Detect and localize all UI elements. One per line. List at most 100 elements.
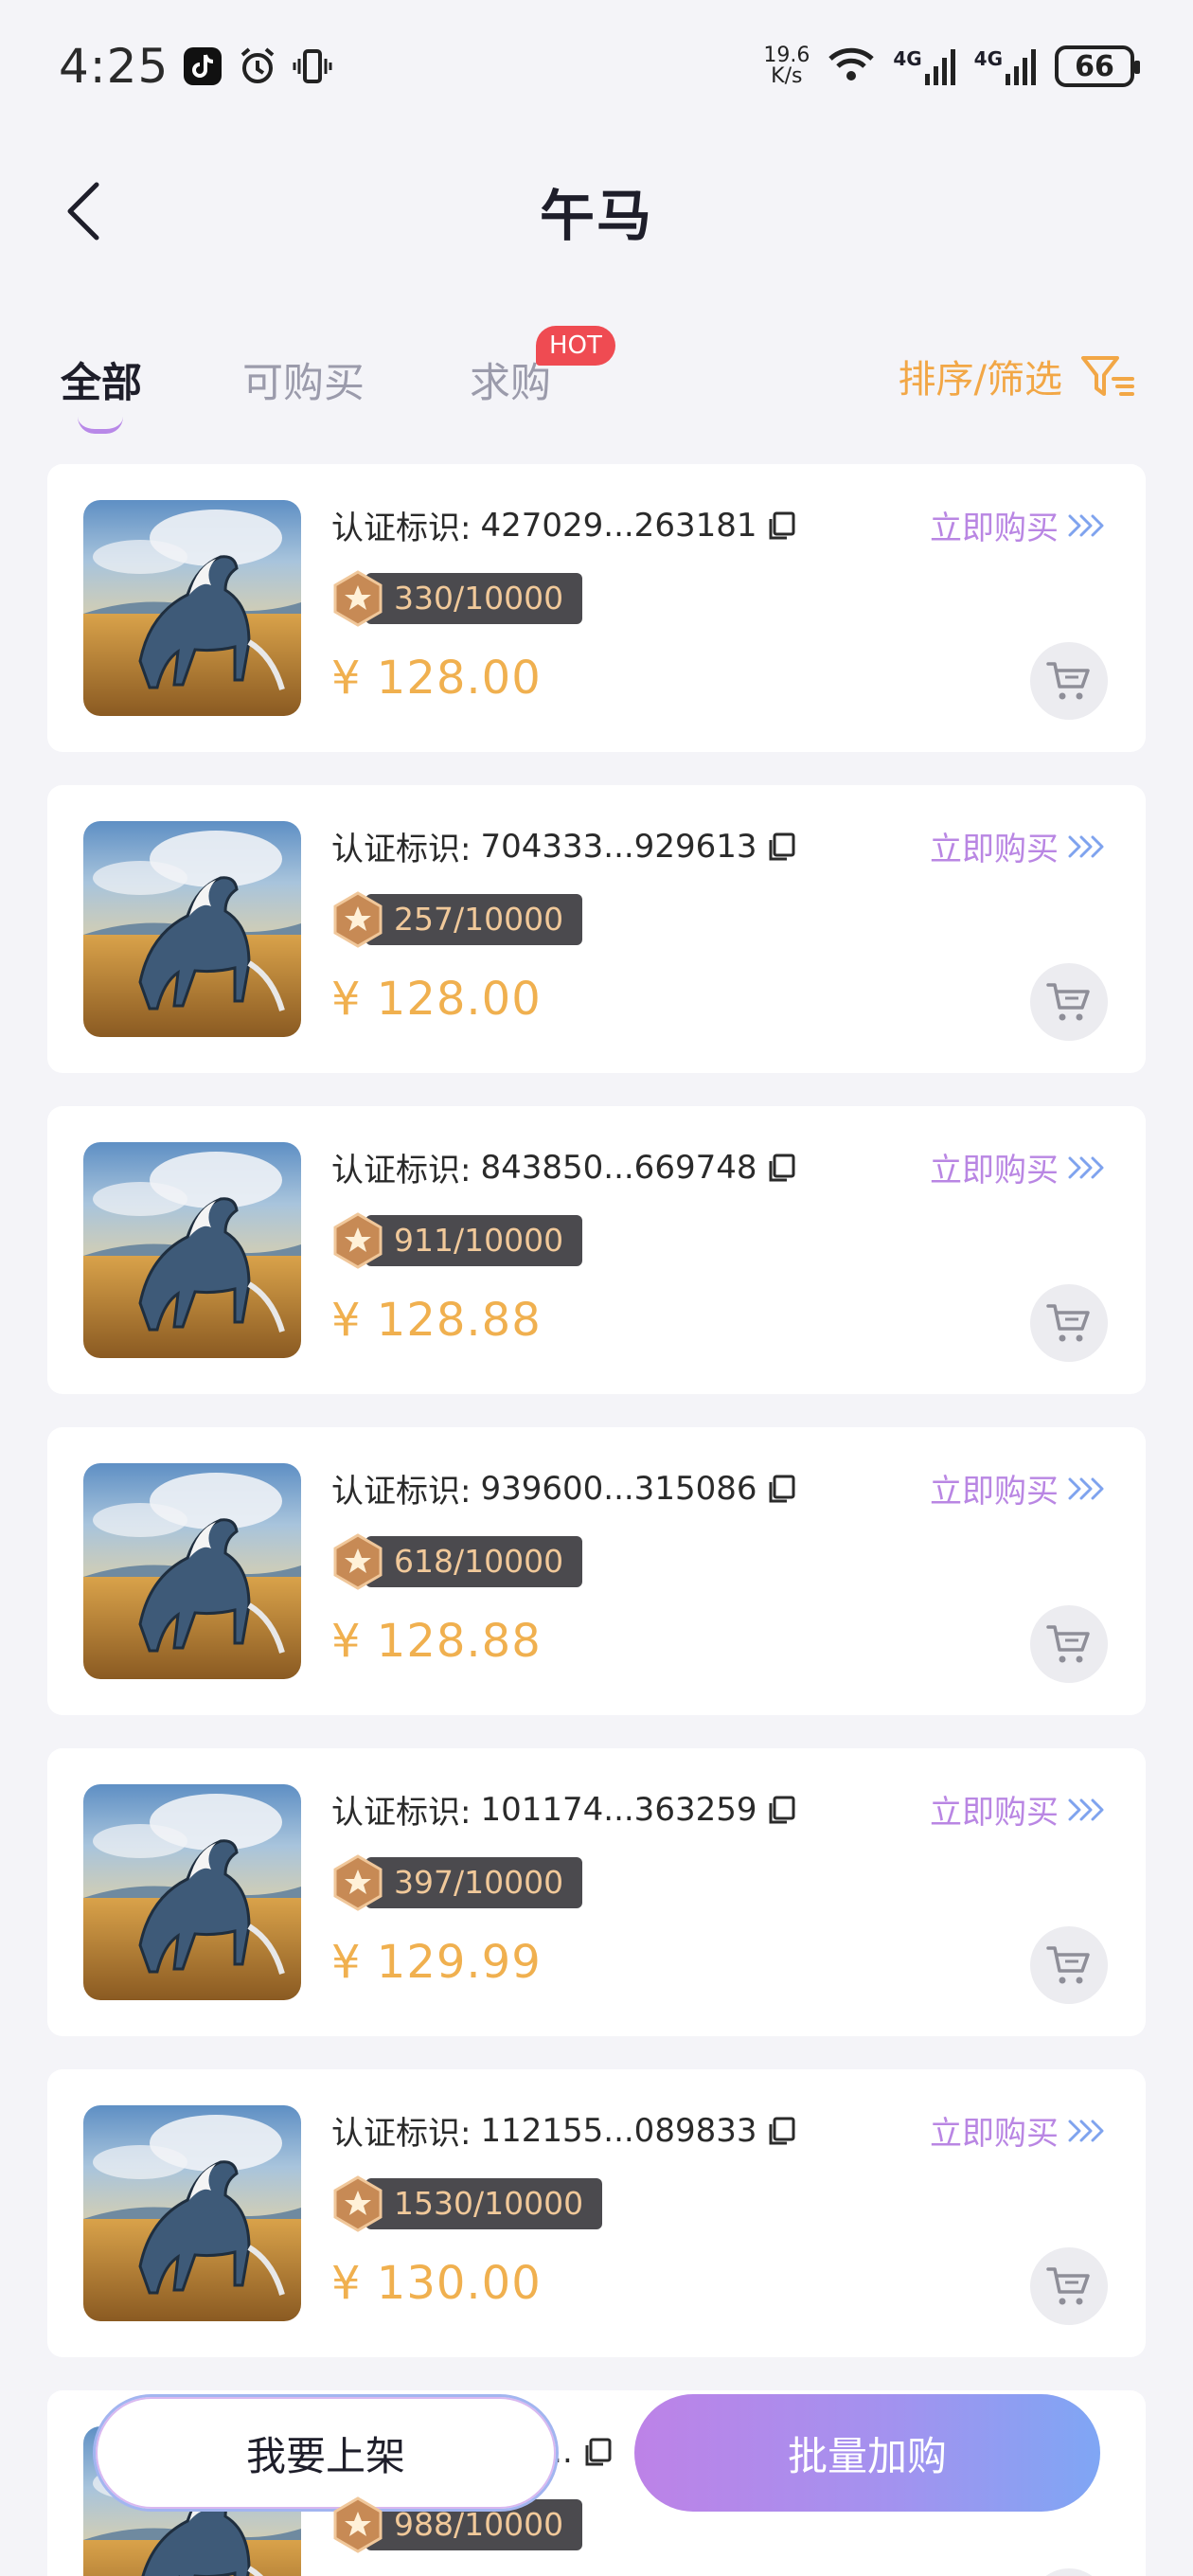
star-badge-icon [331, 570, 384, 627]
add-to-cart-button[interactable] [1030, 1926, 1108, 2004]
copy-icon[interactable] [766, 1473, 798, 1505]
add-to-cart-button[interactable] [1030, 963, 1108, 1041]
certification-id: 认证标识: 427029...263181 [331, 502, 798, 548]
buy-now-button[interactable]: 立即购买 [930, 823, 1108, 869]
add-to-cart-button[interactable] [1030, 2247, 1108, 2325]
certification-id: 认证标识: 939600...315086 [331, 1465, 798, 1512]
star-badge-icon [331, 891, 384, 948]
edition-number: 911/10000 [365, 1215, 583, 1266]
speed-unit: K/s [771, 64, 803, 88]
product-card[interactable]: 认证标识: 101174...363259 立即购买 397/10000 ¥ 1… [47, 1748, 1146, 2036]
tab-buyable[interactable]: 可购买 [242, 350, 365, 409]
copy-icon[interactable] [766, 1794, 798, 1826]
copy-icon[interactable] [766, 2115, 798, 2147]
vibrate-icon [292, 45, 333, 87]
page-header: 午马 [0, 133, 1193, 289]
cert-value: 427029...263181 [480, 506, 757, 545]
cart-icon [1046, 662, 1090, 700]
edition-tag: 330/10000 [331, 570, 583, 627]
horse-artwork-image[interactable] [83, 1142, 301, 1358]
buy-now-button[interactable]: 立即购买 [930, 1786, 1108, 1833]
edition-tag: 257/10000 [331, 891, 583, 948]
star-badge-icon [331, 1854, 384, 1911]
product-card[interactable]: 认证标识: 704333...929613 立即购买 257/10000 ¥ 1… [47, 785, 1146, 1073]
bottom-action-bar: 我要上架 批量加购 [0, 2387, 1193, 2519]
edition-number: 618/10000 [365, 1536, 583, 1587]
copy-icon[interactable] [766, 510, 798, 542]
battery-level: 66 [1075, 49, 1114, 83]
edition-tag: 1530/10000 [331, 2175, 603, 2232]
network-speed: 19.6 K/s [763, 45, 810, 87]
cert-value: 112155...089833 [480, 2111, 757, 2150]
horse-artwork-image[interactable] [83, 1463, 301, 1679]
cert-value: 843850...669748 [480, 1148, 757, 1187]
horse-artwork-image[interactable] [83, 500, 301, 716]
sort-filter-label: 排序/筛选 [898, 358, 1062, 402]
buy-now-label: 立即购买 [930, 1473, 1059, 1511]
horse-artwork-image[interactable] [83, 1784, 301, 2000]
edition-number: 397/10000 [365, 1857, 583, 1908]
edition-tag: 618/10000 [331, 1533, 583, 1590]
chevron-left-icon [67, 182, 99, 240]
buy-now-button[interactable]: 立即购买 [930, 1144, 1108, 1190]
star-badge-icon [331, 2175, 384, 2232]
triple-chevron-right-icon [1068, 1156, 1104, 1178]
buy-now-label: 立即购买 [930, 2115, 1059, 2153]
battery-icon: 66 [1055, 45, 1140, 87]
add-to-cart-button[interactable] [1030, 2568, 1108, 2576]
sort-filter-button[interactable]: 排序/筛选 [899, 349, 1136, 403]
edition-number: 330/10000 [365, 573, 583, 624]
status-time: 4:25 [59, 39, 169, 94]
price: ¥ 129.99 [331, 1936, 542, 1989]
edition-tag: 397/10000 [331, 1854, 583, 1911]
price: ¥ 128.00 [331, 973, 542, 1026]
add-to-cart-button[interactable] [1030, 642, 1108, 720]
cert-value: 101174...363259 [480, 1790, 757, 1829]
buy-now-label: 立即购买 [930, 831, 1059, 868]
certification-id: 认证标识: 704333...929613 [331, 823, 798, 869]
cart-icon [1046, 1625, 1090, 1663]
horse-artwork-image[interactable] [83, 821, 301, 1037]
filter-icon [1081, 356, 1134, 396]
status-left: 4:25 [59, 39, 333, 94]
tiktok-icon [182, 45, 223, 87]
certification-id: 认证标识: 112155...089833 [331, 2107, 798, 2154]
add-to-cart-button[interactable] [1030, 1605, 1108, 1683]
back-button[interactable] [55, 173, 112, 249]
add-to-cart-button[interactable] [1030, 1284, 1108, 1362]
cart-icon [1046, 983, 1090, 1021]
signal-icon: 4G [893, 47, 956, 85]
page-title: 午马 [539, 183, 653, 248]
buy-now-button[interactable]: 立即购买 [930, 502, 1108, 548]
tab-all[interactable]: 全部 [61, 350, 142, 409]
star-badge-icon [331, 1533, 384, 1590]
buy-now-button[interactable]: 立即购买 [930, 2107, 1108, 2154]
product-card[interactable]: 认证标识: 427029...263181 立即购买 330/10000 ¥ 1… [47, 464, 1146, 752]
product-card[interactable]: 认证标识: 843850...669748 立即购买 911/10000 ¥ 1… [47, 1106, 1146, 1394]
cert-label: 认证标识: [331, 1152, 472, 1190]
list-item-button[interactable]: 我要上架 [93, 2394, 559, 2512]
cart-icon [1046, 2267, 1090, 2305]
product-card[interactable]: 认证标识: 939600...315086 立即购买 618/10000 ¥ 1… [47, 1427, 1146, 1715]
alarm-icon [237, 45, 278, 87]
triple-chevron-right-icon [1068, 1798, 1104, 1820]
speed-value: 19.6 [763, 44, 810, 67]
horse-artwork-image[interactable] [83, 2105, 301, 2321]
buy-now-button[interactable]: 立即购买 [930, 1465, 1108, 1512]
cert-value: 939600...315086 [480, 1469, 757, 1508]
product-card[interactable]: 认证标识: 112155...089833 立即购买 1530/10000 ¥ … [47, 2069, 1146, 2357]
cert-label: 认证标识: [331, 510, 472, 547]
star-badge-icon [331, 2496, 384, 2553]
buy-now-label: 立即购买 [930, 1794, 1059, 1832]
price: ¥ 128.88 [331, 1615, 542, 1668]
price: ¥ 130.00 [331, 2257, 542, 2310]
net-type-label-2: 4G [973, 47, 1003, 70]
cert-value: 704333...929613 [480, 827, 757, 866]
copy-icon[interactable] [766, 831, 798, 863]
copy-icon[interactable] [766, 1152, 798, 1184]
certification-id: 认证标识: 843850...669748 [331, 1144, 798, 1190]
batch-add-button[interactable]: 批量加购 [634, 2394, 1100, 2512]
triple-chevron-right-icon [1068, 835, 1104, 857]
cart-icon [1046, 1946, 1090, 1984]
triple-chevron-right-icon [1068, 514, 1104, 536]
